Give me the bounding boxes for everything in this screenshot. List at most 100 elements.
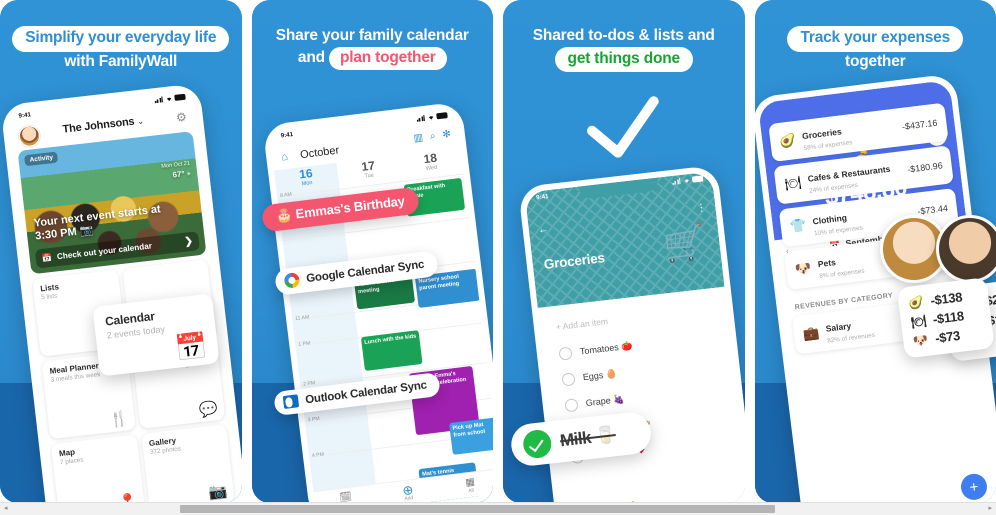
panel-2-headline: Share your family calendar and plan toge… — [252, 26, 494, 71]
scroll-right-arrow[interactable]: ▸ — [988, 505, 992, 513]
calendar-view-icon[interactable]: ▥ — [412, 132, 423, 144]
milk-label: Milk 🥛 — [559, 425, 617, 451]
battery-icon — [174, 93, 186, 101]
fork-knife-icon: 🍴 — [108, 410, 130, 430]
camera-icon: 📷 — [207, 482, 229, 502]
tile-gallery[interactable]: Gallery 372 photos 📷 — [140, 424, 235, 503]
list-hero: 9:41 ← ⋮ Groceries 🛒 — [524, 171, 725, 308]
category-percent: 58% of expenses — [802, 139, 853, 153]
shirt-icon: 👕 — [788, 217, 807, 235]
signal-icon — [154, 96, 163, 104]
headline-line-1: Shared to-dos & lists and — [532, 27, 715, 44]
add-expense-button[interactable]: + — [959, 472, 988, 502]
headline-pill: plan together — [329, 46, 447, 71]
item-label: Grape 🍇 — [585, 393, 625, 408]
checkbox[interactable] — [564, 397, 579, 412]
headline-prefix: and — [297, 48, 325, 66]
scrollbar-thumb[interactable] — [180, 505, 775, 513]
headline-line-1: Share your family calendar — [275, 27, 469, 44]
cost-value: -$138 — [929, 289, 964, 309]
add-item-placeholder: Add an item — [562, 316, 609, 332]
horizontal-scrollbar[interactable]: ◂ ▸ — [0, 502, 996, 515]
status-time: 9:41 — [535, 193, 549, 202]
phone-screen: 9:41 ⌂ October ▥ ⌕ ✻ 16 Mon 17 Tue 18 We… — [268, 107, 493, 503]
activity-hero-card[interactable]: Activity Mon Oct 21 67° ☀ Your next even… — [17, 131, 207, 275]
tab-add[interactable]: ⊕ Add — [376, 480, 440, 503]
screenshot-gallery: Simplify your everyday life with FamilyW… — [0, 0, 996, 503]
home-icon[interactable]: ⌂ — [280, 151, 288, 164]
status-time: 9:41 — [18, 111, 32, 120]
tab-label: Add — [403, 494, 414, 502]
time-label: 8 AM — [279, 191, 292, 200]
wifi-icon — [166, 97, 171, 102]
status-indicators — [671, 175, 704, 185]
headline-pill: get things done — [554, 46, 693, 73]
floating-calendar-card[interactable]: Calendar 2 events today 📅 — [92, 293, 220, 377]
weather-temp: 67° — [172, 169, 186, 181]
battery-icon — [435, 112, 448, 120]
dog-icon: 🐶 — [793, 260, 812, 277]
grid-icon: ▦ — [464, 475, 475, 489]
cost-value: -$118 — [931, 308, 965, 327]
grocery-list: + Add an item Tomatoes 🍅 Eggs 🥚 Grape 🍇 … — [537, 286, 745, 503]
headline-line-2: together — [845, 52, 906, 70]
category-percent: 82% of revenues — [826, 331, 875, 345]
back-arrow-icon[interactable]: ← — [537, 223, 549, 236]
category-name: Groceries — [801, 126, 842, 142]
checkmark-filled-icon — [521, 428, 553, 460]
checkbox[interactable] — [558, 345, 573, 361]
gallery-panel-2[interactable]: Share your family calendar and plan toge… — [251, 0, 494, 503]
tile-subtitle — [130, 267, 201, 275]
signal-icon — [671, 178, 681, 185]
restaurant-icon: 🍽 — [783, 174, 802, 192]
headline-pill: Track your expenses — [787, 26, 964, 52]
time-label: 4 PM — [311, 451, 324, 460]
cost-card-front: 🥑 -$138 🍽 -$118 🐶 -$73 — [896, 277, 995, 359]
checkmark-icon — [586, 96, 659, 158]
more-vertical-icon[interactable]: ⋮ — [696, 202, 707, 214]
category-value: -$180.96 — [906, 160, 943, 175]
search-icon[interactable]: ⌕ — [429, 131, 436, 143]
checkbox[interactable] — [561, 371, 576, 387]
calendar-event[interactable]: Lunch with the kids — [360, 330, 423, 372]
panel-4-headline: Track your expenses together — [755, 26, 996, 72]
item-label: Eggs 🥚 — [582, 367, 618, 382]
category-name: Salary — [824, 320, 852, 334]
category-percent: 10% of expenses — [813, 224, 863, 238]
cake-icon: 🎂 — [274, 206, 293, 224]
calendar-today-icon: 🗓 — [338, 491, 353, 503]
tab-today[interactable]: 🗓 Today — [313, 488, 377, 503]
messages-icon: 💬 — [198, 400, 219, 420]
time-label: 1 PM — [297, 340, 311, 348]
avatar — [936, 215, 996, 283]
tile-map[interactable]: Map 7 places 📍 — [50, 434, 145, 503]
avocado-icon: 🥑 — [907, 294, 925, 311]
scroll-left-arrow[interactable]: ◂ — [4, 505, 8, 513]
chevron-right-icon: ❯ — [183, 235, 194, 248]
headline-line-2: with FamilyWall — [64, 52, 178, 70]
headline-pill: Simplify your everyday life — [12, 26, 230, 52]
avocado-icon: 🥑 — [778, 132, 796, 149]
tab-all[interactable]: ▦ All — [438, 473, 493, 498]
family-photo-avatars — [880, 215, 996, 283]
gallery-panel-3[interactable]: Shared to-dos & lists and get things don… — [503, 0, 745, 503]
calendar-31-icon: 📅 — [173, 330, 210, 364]
tile-title — [130, 266, 201, 274]
dog-icon: 🐶 — [912, 332, 929, 348]
category-name: Clothing — [811, 212, 847, 227]
calendar-event[interactable]: Pick up Mat from school — [448, 417, 493, 455]
tab-label: All — [467, 487, 474, 494]
signal-icon — [415, 114, 425, 122]
battery-icon — [691, 175, 704, 183]
restaurant-icon: 🍽 — [910, 313, 927, 330]
chevron-down-icon[interactable]: ⌄ — [137, 117, 144, 127]
time-label: 11 AM — [294, 314, 310, 323]
settings-icon[interactable]: ✻ — [441, 129, 451, 141]
category-percent: 8% of expenses — [818, 267, 865, 281]
calendar-icon: 📅 — [41, 252, 53, 263]
shopping-cart-icon: 🛒 — [661, 222, 708, 266]
time-label: 3 PM — [306, 415, 320, 424]
gallery-panel-4[interactable]: Track your expenses together ⌂ ••• 💰 Our… — [754, 0, 996, 503]
gallery-panel-1[interactable]: Simplify your everyday life with FamilyW… — [0, 0, 242, 503]
gear-icon[interactable]: ⚙ — [175, 110, 187, 125]
